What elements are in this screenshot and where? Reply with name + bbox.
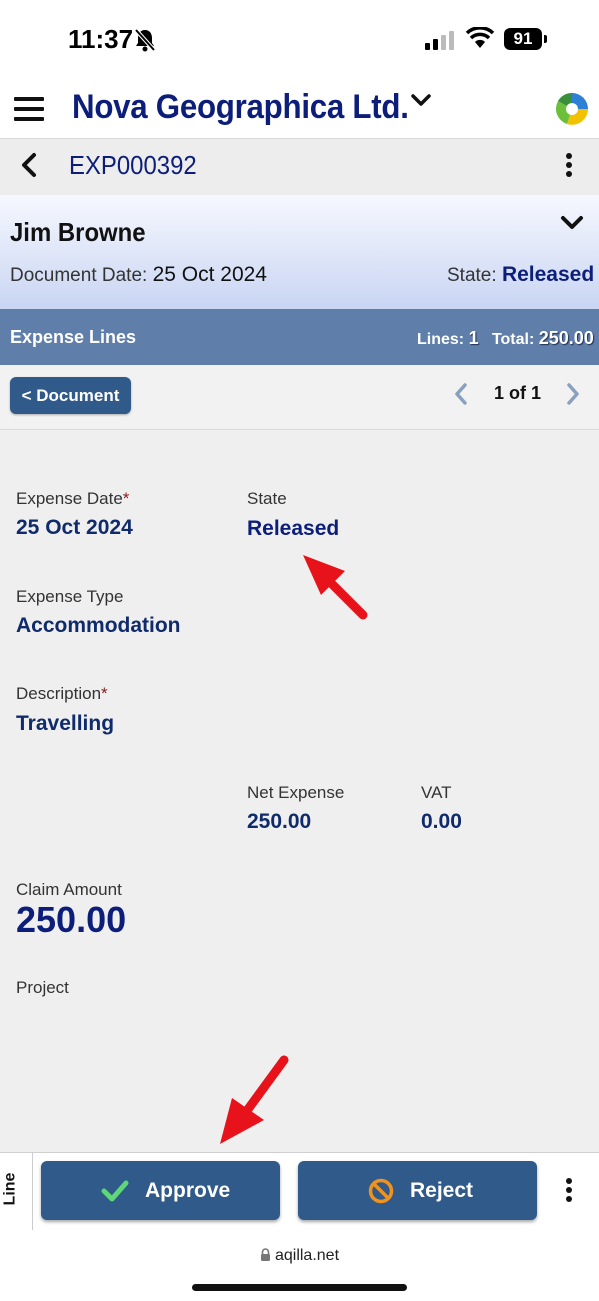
state-value: Released (247, 517, 340, 540)
line-tab[interactable]: Line (0, 1152, 33, 1230)
document-date-label: Document Date: (10, 265, 148, 286)
url-text: aqilla.net (274, 1247, 340, 1264)
total-label: Total: (491, 331, 535, 348)
bell-muted-icon (134, 28, 156, 52)
reject-button[interactable]: Reject (298, 1161, 537, 1220)
company-name[interactable]: Nova Geographica Ltd. (72, 88, 409, 127)
approve-label: Approve (145, 1179, 231, 1202)
next-line-icon[interactable] (564, 382, 582, 406)
chevron-down-icon[interactable] (410, 92, 432, 108)
document-state-label: State: (447, 265, 497, 286)
document-summary-panel (0, 195, 599, 309)
annotation-arrow-approve (220, 1055, 289, 1144)
more-options-icon[interactable] (566, 153, 572, 180)
document-date-value: 25 Oct 2024 (152, 263, 267, 286)
description-label-text: Description (16, 684, 102, 703)
project-label: Project (16, 978, 69, 997)
wifi-icon (465, 27, 495, 48)
home-indicator[interactable] (192, 1284, 407, 1291)
menu-icon[interactable] (14, 97, 44, 121)
url-display[interactable]: aqilla.net (0, 1247, 599, 1265)
reject-label: Reject (410, 1179, 474, 1202)
total-value: 250.00 (538, 328, 594, 348)
status-time: 11:37 (68, 24, 134, 54)
cell-signal-icon (425, 31, 454, 50)
state-label: State (247, 489, 287, 508)
back-to-document-button[interactable]: < Document (10, 377, 131, 414)
net-expense-label: Net Expense (247, 783, 345, 802)
check-icon (101, 1180, 129, 1202)
document-state-value: Released (501, 263, 595, 286)
app-logo-icon[interactable] (555, 92, 589, 126)
battery-indicator: 91 (504, 28, 542, 50)
expense-type-value[interactable]: Accommodation (16, 614, 181, 638)
approve-button[interactable]: Approve (41, 1161, 280, 1220)
vat-label: VAT (421, 783, 452, 802)
claim-amount-label: Claim Amount (16, 880, 122, 899)
line-tab-label: Line (1, 1172, 19, 1206)
page-indicator: 1 of 1 (494, 383, 542, 403)
net-expense-value[interactable]: 250.00 (247, 810, 311, 834)
lock-icon (260, 1248, 270, 1261)
prohibited-icon (368, 1178, 394, 1204)
battery-tip (544, 35, 547, 43)
expense-date-label-text: Expense Date (16, 489, 123, 508)
document-number: EXP000392 (69, 150, 197, 180)
collapse-chevron-icon[interactable] (560, 214, 584, 232)
document-state: State: Released (447, 263, 594, 287)
expense-type-label: Expense Type (16, 587, 124, 606)
required-mark: * (122, 489, 130, 508)
back-arrow-icon[interactable] (18, 152, 40, 178)
lines-summary: Lines: 1 Total: 250.00 (417, 328, 594, 349)
lines-count: 1 (468, 328, 479, 348)
lines-count-label: Lines: (417, 331, 465, 348)
required-mark: * (101, 684, 108, 703)
previous-line-icon[interactable] (452, 382, 470, 406)
description-value[interactable]: Travelling (16, 712, 114, 736)
employee-name: Jim Browne (10, 217, 146, 247)
expense-date-label: Expense Date* (16, 489, 129, 509)
vat-value[interactable]: 0.00 (421, 810, 462, 834)
description-label: Description* (16, 684, 108, 704)
claim-amount-value: 250.00 (16, 899, 127, 940)
annotation-arrow-state (303, 555, 368, 620)
expense-date-value[interactable]: 25 Oct 2024 (16, 516, 133, 540)
expense-lines-title: Expense Lines (10, 327, 137, 347)
document-date: Document Date: 25 Oct 2024 (10, 263, 267, 287)
more-actions-icon[interactable] (566, 1178, 572, 1205)
